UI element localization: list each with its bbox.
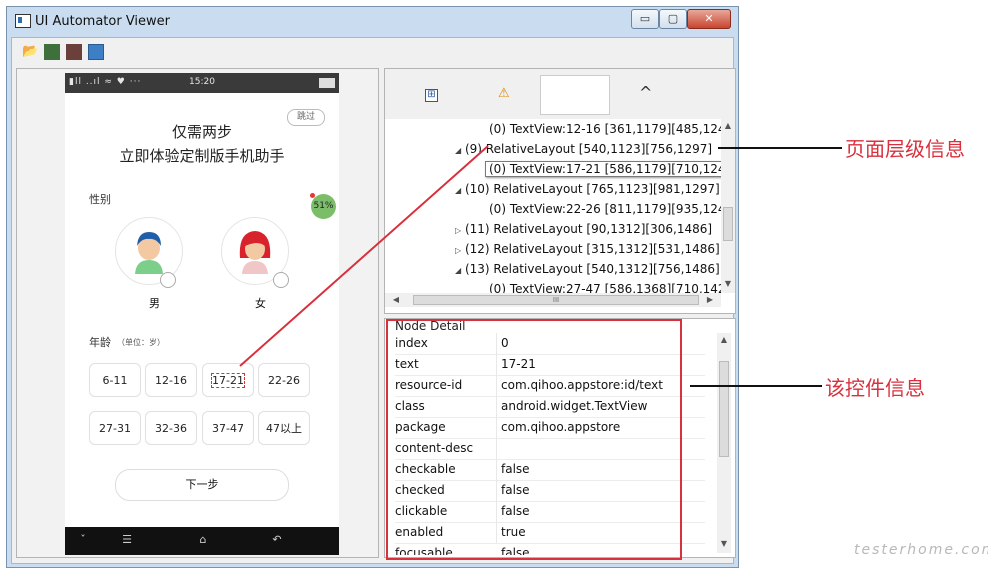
- annotation-connector: [239, 145, 489, 367]
- watermark: testerhome.com: [854, 542, 988, 558]
- annotation-control-label: 该控件信息: [825, 376, 925, 400]
- annotation-hierarchy-label: 页面层级信息: [845, 137, 965, 161]
- annotation-lines: [239, 145, 842, 387]
